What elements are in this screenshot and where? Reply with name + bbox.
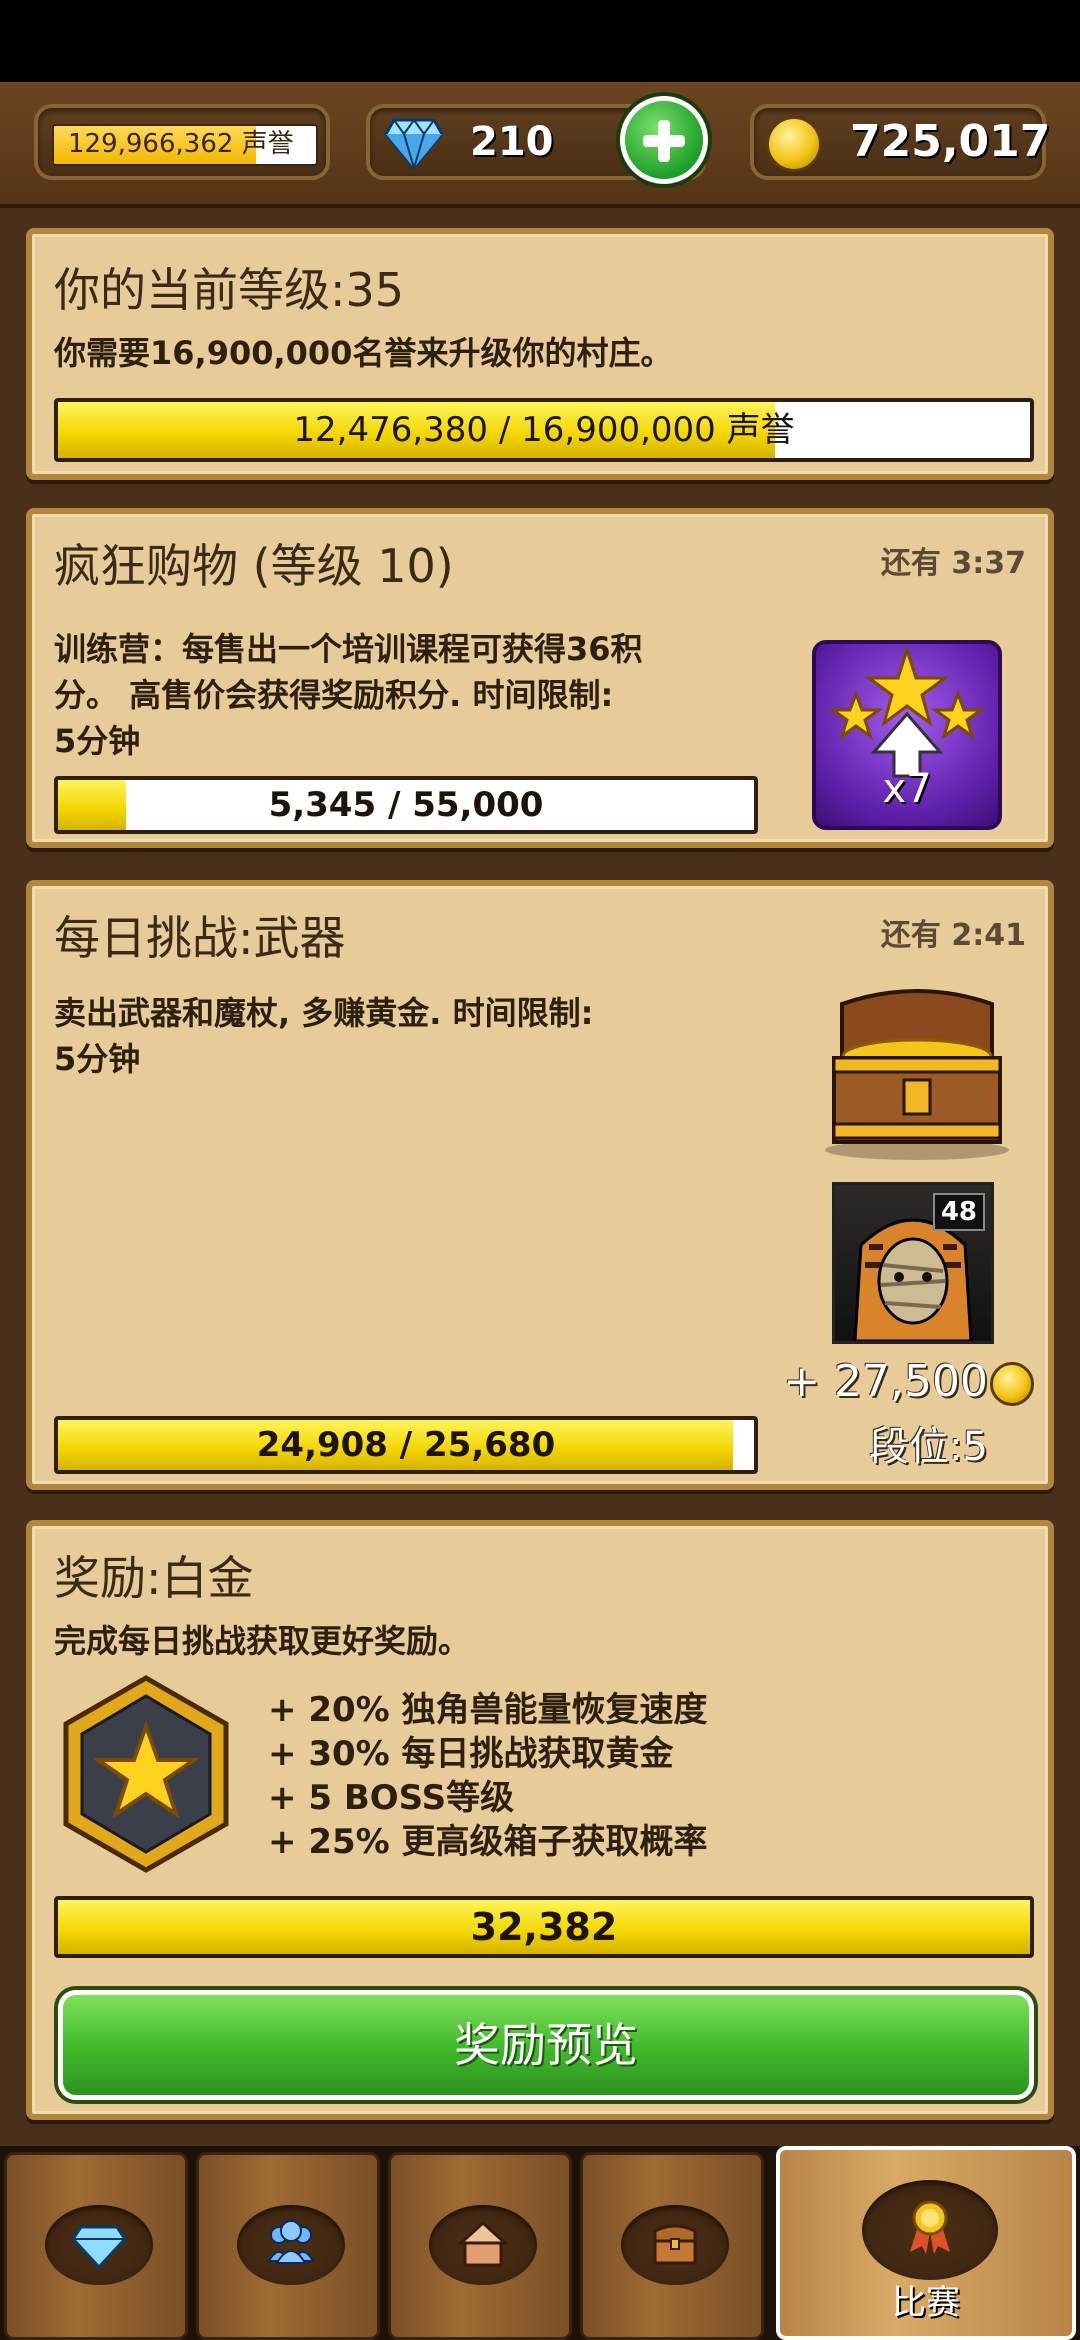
status-bar [0,0,1080,82]
boost-multiplier: x7 [882,766,932,812]
fame-track: 129,966,362 声誉 [52,124,318,166]
bonus-line: + 5 BOSS等级 [268,1778,515,1818]
tab-competition-label: 比赛 [892,2283,960,2323]
daily-desc-line: 卖出武器和魔杖, 多赚黄金. 时间限制: [54,994,594,1032]
rank-label: 段位:5 [869,1424,988,1470]
reward-preview-label: 奖励预览 [454,2018,638,2072]
boost-badge[interactable]: x7 [812,640,1002,830]
reward-amount: + 27,500 [783,1356,988,1407]
platinum-medal-icon [63,1675,229,1873]
diamond-icon [384,118,444,170]
frenzy-progress-bar: 5,345 / 55,000 [54,776,758,834]
gold-coin-icon [990,1362,1034,1406]
gold-count: 725,017 [850,116,1051,167]
tab-icon-bg [862,2180,998,2280]
gem-icon [71,2225,127,2270]
people-icon [267,2220,315,2264]
tab-inventory[interactable] [580,2152,764,2340]
frenzy-desc-line: 分。 高售价会获得奖励积分. 时间限制: [54,676,614,714]
tab-icon-bg [621,2205,729,2285]
tab-icon-bg [429,2205,537,2285]
tab-icon-bg [45,2205,153,2285]
gem-count: 210 [470,119,554,165]
boss-portrait[interactable]: 48 [832,1182,994,1344]
house-icon [457,2220,509,2267]
tab-village[interactable] [388,2152,572,2340]
level-description: 你需要16,900,000名誉来升级你的村庄。 [54,334,673,372]
fame-value: 129,966,362 声誉 [68,129,294,159]
add-gems-button[interactable] [620,96,708,184]
daily-progress-bar: 24,908 / 25,680 [54,1416,758,1474]
bonus-line: + 25% 更高级箱子获取概率 [268,1822,708,1862]
tab-competition[interactable]: 比赛 [776,2146,1076,2340]
frenzy-timer: 还有 3:37 [880,546,1026,581]
daily-challenge-panel: 每日挑战:武器 还有 2:41 卖出武器和魔杖, 多赚黄金. 时间限制: 5分钟… [26,880,1054,1490]
rewards-subtitle: 完成每日挑战获取更好奖励。 [54,1622,471,1660]
daily-timer: 还有 2:41 [880,918,1026,953]
gold-coin-icon [766,116,822,172]
points-bar: 32,382 [54,1896,1034,1958]
tab-shop[interactable] [4,2152,188,2340]
gold-counter[interactable]: 725,017 [750,104,1050,180]
frenzy-title: 疯狂购物 (等级 10) [54,539,454,593]
level-progress-bar: 12,476,380 / 16,900,000 声誉 [54,398,1034,462]
points-value: 32,382 [470,1905,618,1949]
reward-preview-button[interactable]: 奖励预览 [58,1990,1034,2100]
bonus-line: + 30% 每日挑战获取黄金 [268,1734,674,1774]
daily-description: 卖出武器和魔杖, 多赚黄金. 时间限制: 5分钟 [54,990,593,1082]
level-progress-text: 12,476,380 / 16,900,000 声誉 [293,410,795,450]
fame-meter[interactable]: 129,966,362 声誉 [34,104,330,180]
level-title: 你的当前等级:35 [54,263,405,317]
frenzy-panel: 疯狂购物 (等级 10) 还有 3:37 训练营：每售出一个培训课程可获得36积… [26,508,1054,848]
bonus-line: + 20% 独角兽能量恢复速度 [268,1690,708,1730]
frenzy-description: 训练营：每售出一个培训课程可获得36积 分。 高售价会获得奖励积分. 时间限制:… [54,626,643,764]
frenzy-desc-line: 5分钟 [54,722,141,760]
frenzy-desc-line: 训练营：每售出一个培训课程可获得36积 [54,630,643,668]
daily-title: 每日挑战:武器 [54,911,346,965]
frenzy-progress-text: 5,345 / 55,000 [268,785,544,825]
chest-icon [653,2224,697,2265]
rewards-panel: 奖励:白金 完成每日挑战获取更好奖励。 + 20% 独角兽能量恢复速度 + 30… [26,1520,1054,2120]
medal-icon [910,2200,950,2254]
level-panel: 你的当前等级:35 你需要16,900,000名誉来升级你的村庄。 12,476… [26,228,1054,480]
tab-icon-bg [237,2205,345,2285]
rewards-title: 奖励:白金 [54,1551,254,1605]
daily-progress-text: 24,908 / 25,680 [256,1425,556,1465]
tab-social[interactable] [196,2152,380,2340]
treasure-chest-icon[interactable] [812,984,1022,1164]
daily-desc-line: 5分钟 [54,1040,141,1078]
bottom-nav: 比赛 [0,2146,1080,2340]
boss-level: 48 [932,1193,985,1231]
top-bar: 129,966,362 声誉 210 725,017 [0,82,1080,208]
